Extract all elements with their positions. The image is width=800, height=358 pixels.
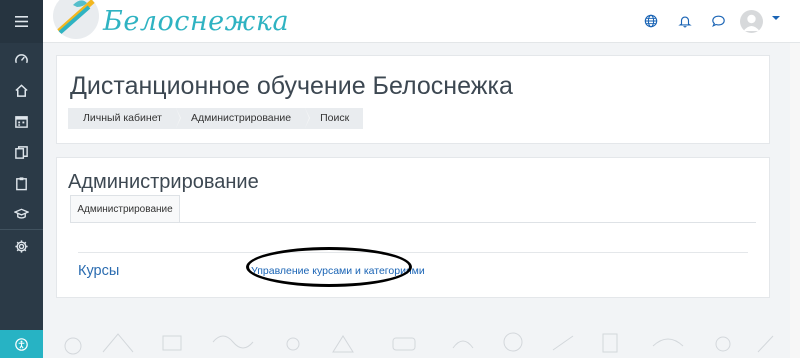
bell-icon bbox=[678, 16, 692, 28]
sidebar-item-site-administration[interactable] bbox=[0, 231, 43, 261]
breadcrumb-item[interactable]: Личный кабинет bbox=[68, 108, 181, 129]
nav-drawer-toggle[interactable] bbox=[0, 0, 43, 43]
page-scrollbar[interactable] bbox=[790, 43, 800, 358]
section-title: Администрирование bbox=[68, 171, 259, 193]
row-divider bbox=[78, 252, 748, 253]
messages-button[interactable] bbox=[708, 11, 728, 31]
chat-bubble-icon bbox=[711, 15, 725, 27]
site-logo-text: Белоснежка bbox=[103, 6, 290, 37]
sidebar-item-courses[interactable] bbox=[0, 168, 43, 198]
breadcrumb: Личный кабинет Администрирование Поиск bbox=[68, 108, 364, 129]
highlight-ellipse bbox=[246, 247, 412, 287]
breadcrumb-item-label: Личный кабинет bbox=[83, 112, 162, 124]
tab-divider bbox=[70, 222, 756, 223]
top-navbar: Белоснежка bbox=[43, 0, 800, 43]
chevron-down-icon[interactable] bbox=[772, 15, 780, 21]
page-header-card: Дистанционное обучение Белоснежка Личный… bbox=[56, 55, 770, 144]
breadcrumb-item[interactable]: Поиск bbox=[305, 108, 363, 129]
accessibility-icon bbox=[15, 337, 28, 351]
breadcrumb-item-label: Поиск bbox=[320, 112, 350, 124]
admin-card: Администрирование Администрирование Курс… bbox=[56, 157, 770, 298]
sidebar-item-my-courses[interactable] bbox=[0, 198, 43, 228]
site-logo-link[interactable]: Белоснежка bbox=[53, 0, 289, 43]
clipboard-icon bbox=[16, 176, 27, 190]
sidebar-item-calendar[interactable] bbox=[0, 106, 43, 136]
accessibility-button[interactable] bbox=[0, 330, 43, 358]
sidebar-item-dashboard[interactable] bbox=[0, 44, 43, 74]
sidebar-divider bbox=[0, 229, 43, 230]
breadcrumb-item-label: Администрирование bbox=[191, 112, 292, 124]
dashboard-icon bbox=[15, 53, 28, 63]
home-icon bbox=[15, 83, 28, 97]
site-logo-image bbox=[53, 0, 99, 39]
language-menu[interactable] bbox=[641, 11, 661, 31]
courses-category-link[interactable]: Курсы bbox=[78, 263, 119, 279]
user-avatar[interactable] bbox=[740, 10, 763, 33]
sidebar-item-home[interactable] bbox=[0, 75, 43, 105]
calendar-icon bbox=[15, 115, 28, 128]
breadcrumb-item[interactable]: Администрирование bbox=[176, 108, 311, 129]
notifications-button[interactable] bbox=[675, 11, 695, 31]
gear-icon bbox=[15, 239, 28, 253]
globe-icon bbox=[644, 14, 658, 28]
files-icon bbox=[15, 145, 28, 159]
left-nav-drawer bbox=[0, 0, 43, 358]
tab-administration[interactable]: Администрирование bbox=[70, 195, 180, 222]
hamburger-menu-icon bbox=[15, 16, 28, 27]
page-title: Дистанционное обучение Белоснежка bbox=[70, 72, 513, 100]
graduation-cap-icon bbox=[14, 208, 29, 219]
background-doodles bbox=[64, 332, 774, 355]
sidebar-item-files[interactable] bbox=[0, 137, 43, 167]
